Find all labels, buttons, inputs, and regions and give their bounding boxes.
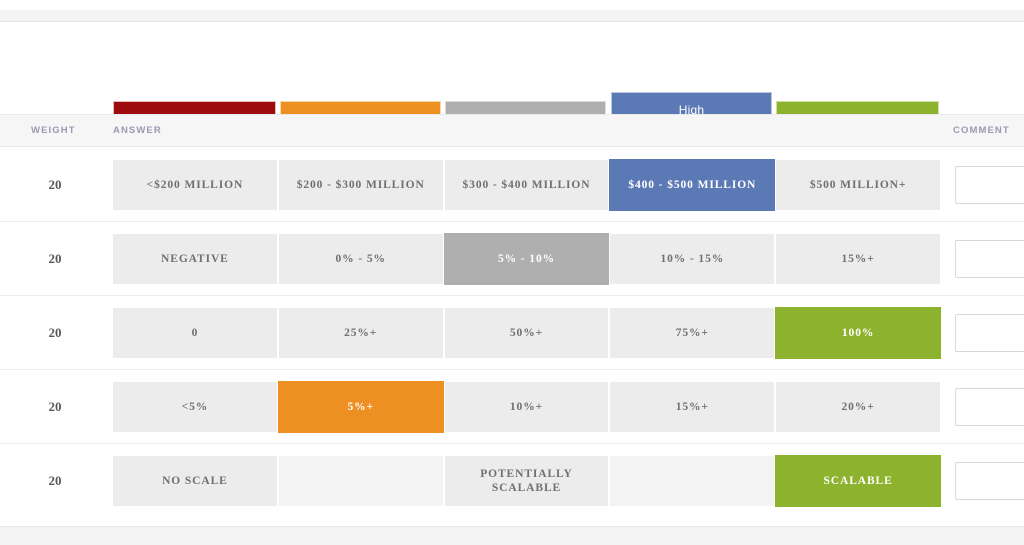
scorecard-row: 20 <5% 5%+ 10%+ 15%+ 20%+ xyxy=(0,370,1024,444)
row-weight-value: 20 xyxy=(48,177,62,192)
scorecard-row: 20 No Scale Potentially Scalable Scalable xyxy=(0,444,1024,518)
answer-option[interactable]: 50%+ xyxy=(444,308,609,358)
score-scale-legend: High xyxy=(0,40,1024,128)
answer-option[interactable]: <5% xyxy=(113,382,277,432)
answer-option[interactable]: 10%+ xyxy=(444,382,609,432)
column-header-row: WEIGHT ANSWER COMMENT xyxy=(0,114,1024,147)
answer-option[interactable]: <$200 Million xyxy=(113,160,277,210)
answer-option[interactable]: 20%+ xyxy=(776,382,940,432)
row-weight-value: 20 xyxy=(48,325,62,340)
comment-input[interactable] xyxy=(955,388,1024,426)
answer-option[interactable]: 15%+ xyxy=(776,234,940,284)
answer-option[interactable]: No Scale xyxy=(113,456,277,506)
bottom-divider-band xyxy=(0,526,1024,545)
comment-cell xyxy=(955,388,1024,426)
answer-option[interactable]: 15%+ xyxy=(610,382,775,432)
answer-option[interactable]: Negative xyxy=(113,234,277,284)
row-weight-value: 20 xyxy=(48,251,62,266)
answer-option[interactable]: $300 - $400 Million xyxy=(444,160,609,210)
answer-option[interactable]: 75%+ xyxy=(610,308,775,358)
answer-option-group: <$200 Million $200 - $300 Million $300 - $… xyxy=(113,159,940,211)
answer-option[interactable]: 0% - 5% xyxy=(278,234,443,284)
answer-option-selected[interactable]: 100% xyxy=(775,307,941,359)
answer-option-group: 0 25%+ 50%+ 75%+ 100% xyxy=(113,307,941,359)
column-header-weight: WEIGHT xyxy=(31,125,76,136)
answer-option[interactable]: $500 Million+ xyxy=(776,160,940,210)
answer-option[interactable] xyxy=(610,456,775,506)
comment-input[interactable] xyxy=(955,166,1024,204)
answer-option-selected[interactable]: 5% - 10% xyxy=(443,233,610,285)
comment-input[interactable] xyxy=(955,240,1024,278)
comment-input[interactable] xyxy=(955,462,1024,500)
scorecard-row: 20 Negative 0% - 5% 5% - 10% 10% - 15% 15%+ xyxy=(0,222,1024,296)
row-weight-value: 20 xyxy=(48,473,62,488)
column-header-answer: ANSWER xyxy=(113,125,162,136)
top-divider-band xyxy=(0,10,1024,22)
answer-option[interactable] xyxy=(278,456,443,506)
answer-option-group: Negative 0% - 5% 5% - 10% 10% - 15% 15%+ xyxy=(113,233,940,285)
scorecard-page: High WEIGHT ANSWER COMMENT 20 <$200 Milli… xyxy=(0,0,1024,545)
answer-option-group: No Scale Potentially Scalable Scalable xyxy=(113,455,941,507)
column-header-comment: COMMENT xyxy=(953,125,1010,136)
answer-option-group: <5% 5%+ 10%+ 15%+ 20%+ xyxy=(113,381,940,433)
answer-option[interactable]: $200 - $300 Million xyxy=(278,160,443,210)
answer-option-selected[interactable]: $400 - $500 Million xyxy=(609,159,776,211)
answer-option-selected[interactable]: 5%+ xyxy=(277,381,444,433)
comment-cell xyxy=(955,166,1024,204)
answer-option-selected[interactable]: Scalable xyxy=(775,455,941,507)
answer-option[interactable]: 25%+ xyxy=(278,308,443,358)
comment-cell xyxy=(955,314,1024,352)
row-weight-value: 20 xyxy=(48,399,62,414)
answer-option[interactable]: 10% - 15% xyxy=(610,234,775,284)
scorecard-row: 20 0 25%+ 50%+ 75%+ 100% xyxy=(0,296,1024,370)
scorecard-row: 20 <$200 Million $200 - $300 Million $300 -… xyxy=(0,148,1024,222)
answer-option[interactable]: 0 xyxy=(113,308,277,358)
comment-cell xyxy=(955,240,1024,278)
comment-cell xyxy=(955,462,1024,500)
comment-input[interactable] xyxy=(955,314,1024,352)
answer-option[interactable]: Potentially Scalable xyxy=(444,456,609,506)
